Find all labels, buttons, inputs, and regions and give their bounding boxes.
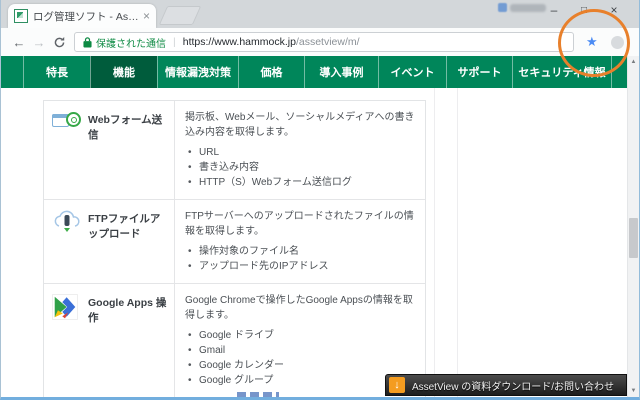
scroll-down-icon[interactable]: ▼: [628, 385, 639, 397]
feature-bullet: Google ドライブ: [185, 328, 415, 343]
table-row-webform: Webフォーム送信 掲示板、Webメール、ソーシャルメディアへの書き込み内容を取…: [44, 101, 425, 200]
web-page: 特長 機能 情報漏洩対策 価格 導入事例 イベント サポート セキュリティ情報: [1, 56, 627, 397]
nav-item-dounyuujirei[interactable]: 導入事例: [304, 56, 378, 88]
tab-strip: ログ管理ソフト - AssetView × – □ ×: [1, 0, 639, 28]
download-arrow-icon: ↓: [388, 377, 405, 393]
layout-divider: [434, 88, 435, 397]
nav-filler: [611, 56, 627, 88]
forward-button: →: [32, 34, 46, 50]
desktop-overlay-artifact-icon: [498, 3, 507, 12]
layout-divider: [457, 88, 458, 397]
table-row-ftp: FTPファイルアップロード FTPサーバーへのアップロードされたファイルの情報を…: [44, 200, 425, 284]
nav-item-tokucho[interactable]: 特長: [23, 56, 90, 88]
minimize-button[interactable]: –: [539, 1, 569, 20]
secure-lock-icon[interactable]: [83, 36, 92, 48]
feature-bullet: アップロード先のIPアドレス: [185, 259, 415, 274]
secure-connection-label[interactable]: 保護された通信: [96, 35, 166, 50]
new-tab-button[interactable]: [158, 6, 202, 25]
feature-bullet: URL: [185, 145, 415, 160]
feature-title: Webフォーム送信: [88, 114, 163, 141]
site-nav: 特長 機能 情報漏洩対策 価格 導入事例 イベント サポート セキュリティ情報: [1, 56, 627, 88]
nav-item-kinou[interactable]: 機能: [90, 56, 157, 88]
feature-description: 掲示板、Webメール、ソーシャルメディアへの書き込み内容を取得します。: [185, 112, 415, 138]
feature-title: Google Apps 操作: [88, 297, 167, 324]
reload-icon: [54, 36, 64, 47]
scroll-up-icon[interactable]: ▲: [628, 56, 639, 68]
feature-bullet: Gmail: [185, 343, 415, 358]
reload-button[interactable]: [49, 36, 69, 49]
extension-icon[interactable]: [610, 35, 624, 49]
url-path[interactable]: /assetview/m/: [296, 36, 360, 48]
nav-item-jouhourouei[interactable]: 情報漏洩対策: [157, 56, 238, 88]
partial-link-artifact[interactable]: [237, 392, 279, 397]
bookmark-star-icon[interactable]: ★: [586, 34, 598, 50]
feature-table: Webフォーム送信 掲示板、Webメール、ソーシャルメディアへの書き込み内容を取…: [43, 100, 426, 397]
nav-item-event[interactable]: イベント: [378, 56, 446, 88]
web-form-icon: [51, 111, 82, 135]
banner-label: AssetView の資料ダウンロード/お問い合わせ: [411, 381, 614, 393]
browser-tab[interactable]: ログ管理ソフト - AssetView ×: [8, 4, 156, 28]
download-contact-banner[interactable]: ↓ AssetView の資料ダウンロード/お問い合わせ: [384, 374, 627, 396]
feature-bullet: Google カレンダー: [185, 358, 415, 373]
feature-bullet: HTTP（S）Webフォーム送信ログ: [185, 175, 415, 190]
browser-viewport: 特長 機能 情報漏洩対策 価格 導入事例 イベント サポート セキュリティ情報: [1, 56, 639, 397]
feature-title: FTPファイルアップロード: [88, 213, 161, 240]
nav-item-support[interactable]: サポート: [446, 56, 512, 88]
page-scrollbar[interactable]: ▲ ▼: [627, 56, 639, 397]
nav-item-kakaku[interactable]: 価格: [238, 56, 304, 88]
omnibox-separator: |: [173, 36, 176, 48]
menu-dots-icon[interactable]: ⋮: [637, 35, 639, 49]
back-button[interactable]: ←: [9, 36, 29, 49]
nav-item-security[interactable]: セキュリティ情報: [512, 56, 611, 88]
browser-window: ログ管理ソフト - AssetView × – □ × ← → 保護された通信: [0, 0, 640, 400]
close-button[interactable]: ×: [599, 1, 629, 20]
feature-bullet: 操作対象のファイル名: [185, 244, 415, 259]
scrollbar-thumb[interactable]: [629, 218, 638, 258]
address-bar[interactable]: 保護された通信 | https://www.hammock.jp /assetv…: [74, 32, 574, 52]
url-host[interactable]: https://www.hammock.jp: [183, 36, 296, 48]
window-controls: – □ ×: [539, 1, 629, 20]
browser-toolbar: ← → 保護された通信 | https://www.hammock.jp /as…: [1, 28, 639, 56]
feature-description: Google Chromeで操作したGoogle Appsの情報を取得します。: [185, 295, 413, 321]
ftp-upload-icon: [52, 210, 82, 234]
feature-bullet: Google グループ: [185, 373, 415, 388]
table-row-googleapps: Google Apps 操作 Google Chromeで操作したGoogle …: [44, 284, 425, 397]
maximize-button[interactable]: □: [569, 1, 599, 20]
feature-description: FTPサーバーへのアップロードされたファイルの情報を取得します。: [185, 211, 414, 237]
feature-bullet: 書き込み内容: [185, 160, 415, 175]
assetview-favicon-icon: [14, 9, 28, 23]
tab-close-icon[interactable]: ×: [143, 10, 150, 22]
tab-title: ログ管理ソフト - AssetView: [33, 10, 139, 23]
google-apps-icon: [52, 294, 82, 320]
